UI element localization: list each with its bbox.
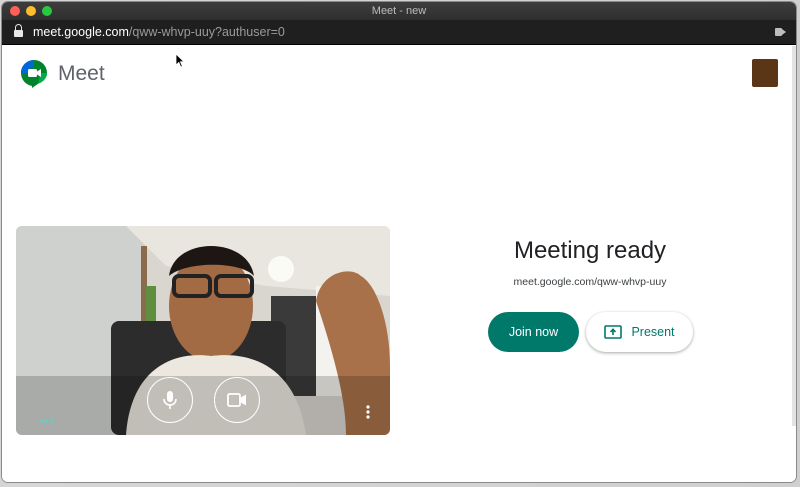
camera-toggle-button[interactable] xyxy=(214,377,260,423)
meeting-ready-title: Meeting ready xyxy=(513,237,667,264)
avatar[interactable] xyxy=(752,59,778,87)
mouse-cursor-icon xyxy=(175,53,185,68)
title-bar: Meet - new xyxy=(2,2,796,20)
url-host: meet.google.com xyxy=(33,25,129,39)
more-vert-icon xyxy=(366,405,370,419)
camera-in-use-icon[interactable] xyxy=(775,28,786,36)
video-camera-icon xyxy=(227,393,246,407)
minimize-window-button[interactable] xyxy=(26,6,36,16)
join-now-label: Join now xyxy=(508,325,559,339)
present-button[interactable]: Present xyxy=(586,312,693,352)
dots-icon xyxy=(40,419,54,423)
browser-window: Meet - new meet.google.com/qww-whvp-uuy?… xyxy=(2,2,796,482)
app-name: Meet xyxy=(58,62,105,85)
page-scrollbar[interactable] xyxy=(792,46,796,426)
address-bar[interactable]: meet.google.com/qww-whvp-uuy?authuser=0 xyxy=(2,20,796,45)
lock-icon xyxy=(14,23,23,37)
meet-logo[interactable]: Meet xyxy=(20,59,105,89)
more-options-button[interactable] xyxy=(363,404,373,420)
url-path: /qww-whvp-uuy?authuser=0 xyxy=(128,25,285,39)
mic-toggle-button[interactable] xyxy=(147,377,193,423)
join-now-button[interactable]: Join now xyxy=(488,312,579,352)
camera-preview xyxy=(16,226,390,435)
maximize-window-button[interactable] xyxy=(42,6,52,16)
present-screen-icon xyxy=(604,325,623,339)
effects-button[interactable] xyxy=(40,411,56,423)
url-text[interactable]: meet.google.com/qww-whvp-uuy?authuser=0 xyxy=(33,25,285,39)
present-label: Present xyxy=(631,325,675,339)
self-view-video xyxy=(16,226,390,435)
meet-logo-icon xyxy=(21,60,47,88)
window-controls xyxy=(10,6,52,16)
meet-page: Meet Meeting ready meet.google.com/qww-w… xyxy=(2,45,796,482)
microphone-icon xyxy=(163,391,177,409)
close-window-button[interactable] xyxy=(10,6,20,16)
window-title: Meet - new xyxy=(371,5,427,17)
meeting-url: meet.google.com/qww-whvp-uuy xyxy=(513,276,667,288)
